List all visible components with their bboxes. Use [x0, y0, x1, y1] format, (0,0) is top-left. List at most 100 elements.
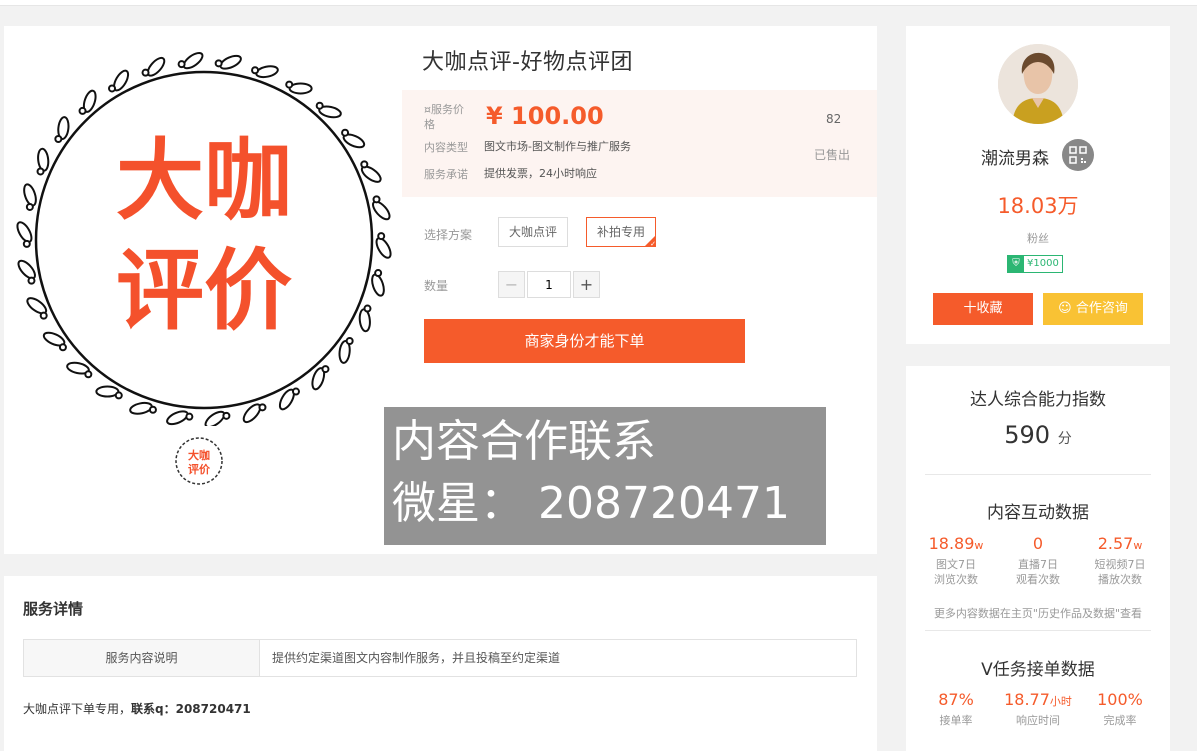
service-detail-table: 服务内容说明 提供约定渠道图文内容制作服务，并且投稿至约定渠道 [23, 639, 857, 677]
wreath-leaf [37, 147, 50, 172]
favorite-button[interactable]: 十收藏 [933, 293, 1033, 325]
plan-option-review[interactable]: 大咖点评 [498, 217, 569, 247]
sold-count: 82 [826, 112, 842, 126]
stat-unit: w [1133, 539, 1143, 552]
wreath-berry [141, 68, 150, 77]
wreath-leaf [182, 51, 204, 70]
wreath-berry [36, 167, 45, 176]
product-gallery: 大咖 评价 大咖 评价 [4, 26, 404, 554]
stat-completion-rate: 100% 完成率 [1076, 690, 1164, 728]
wreath-berry [345, 337, 354, 346]
quantity-input[interactable] [527, 271, 571, 298]
wreath-leaf [17, 259, 36, 280]
promise-value: 提供发票，24小时响应 [484, 167, 597, 180]
stat-video-plays: 2.57w 短视频7日 播放次数 [1076, 534, 1164, 587]
service-detail-title: 服务详情 [23, 600, 84, 618]
product-thumbnail[interactable]: 大咖 评价 [172, 434, 226, 488]
stat-value: 100% [1097, 690, 1143, 709]
service-note: 大咖点评下单专用，联系q：208720471 [23, 700, 251, 717]
fans-count: 18.03万 [997, 194, 1079, 218]
thumb-text-line1: 大咖 [188, 448, 210, 462]
wreath-berry [78, 106, 87, 115]
more-data-link[interactable]: 更多内容数据在主页"历史作品及数据"查看 [906, 605, 1170, 621]
quantity-decrement-button[interactable]: − [498, 271, 525, 298]
stat-label: 完成率 [1103, 714, 1137, 727]
selected-check-icon [645, 236, 656, 248]
service-note-prefix: 大咖点评下单专用， [23, 702, 132, 716]
stat-accept-rate: 87% 接单率 [912, 690, 1000, 728]
stat-label: 响应时间 [1016, 714, 1060, 727]
wreath-berry [25, 202, 34, 211]
service-detail-value: 提供约定渠道图文内容制作服务，并且投稿至约定渠道 [272, 651, 561, 665]
wreath-berry [214, 59, 223, 68]
shield-icon: ⛨ [1008, 256, 1024, 272]
thumb-text-line2: 评价 [188, 463, 211, 476]
chat-icon: ☺ [1058, 301, 1072, 316]
deposit-badge: ⛨ ¥1000 [1007, 255, 1063, 273]
stat-label: 图文7日 [936, 558, 976, 571]
service-note-contact: 联系q：208720471 [131, 702, 251, 716]
promise-label: 服务承诺 [424, 168, 468, 181]
quantity-increment-button[interactable]: + [573, 271, 600, 298]
stat-article-views: 18.89w 图文7日 浏览次数 [912, 534, 1000, 587]
wreath-leaf [372, 200, 391, 221]
stat-label: 直播7日 [1018, 558, 1058, 571]
product-main-image[interactable]: 大咖 评价 [4, 26, 404, 426]
ability-score-value: 590 [1004, 421, 1051, 449]
stat-label: 播放次数 [1098, 573, 1142, 586]
wreath-berry [177, 60, 186, 69]
stat-value: 18.89 [928, 534, 975, 553]
product-title: 大咖点评-好物点评团 [422, 50, 633, 75]
order-button[interactable]: 商家身份才能下单 [424, 319, 745, 363]
wreath-berry [363, 304, 372, 313]
content-type-label: 内容类型 [424, 141, 468, 154]
wreath-berry [285, 80, 294, 89]
wreath-berry [58, 343, 67, 352]
task-title: V任务接单数据 [981, 660, 1095, 680]
wreath-berry [222, 411, 231, 420]
watermark-line1: 内容合作联系 [392, 416, 656, 467]
stat-response-time: 18.77小时 响应时间 [994, 690, 1082, 728]
wreath-berry [258, 403, 267, 412]
wreath-berry [108, 84, 117, 93]
wreath-berry [377, 232, 386, 241]
consult-button[interactable]: ☺ 合作咨询 [1043, 293, 1143, 325]
stat-value: 0 [1032, 534, 1044, 553]
creator-name: 潮流男森 [981, 149, 1049, 169]
wreath-berry [39, 311, 48, 320]
price-label: ¤服务价格 [424, 103, 464, 131]
wreath-berry [374, 269, 383, 278]
quantity-label: 数量 [424, 279, 449, 293]
stat-label: 浏览次数 [934, 573, 978, 586]
wreath-berry [360, 160, 369, 169]
wreath-berry [341, 128, 350, 137]
stat-live-views: 0 直播7日 观看次数 [994, 534, 1082, 587]
wreath-berry [54, 134, 63, 143]
sold-label: 已售出 [814, 148, 851, 162]
wreath-berry [315, 101, 324, 110]
deposit-badge-text: ¥1000 [1027, 258, 1059, 269]
watermark-line2: 微星： 208720471 [392, 478, 790, 529]
service-detail-card: 服务详情 服务内容说明 提供约定渠道图文内容制作服务，并且投稿至约定渠道 大咖点… [4, 576, 877, 751]
ability-card: 达人综合能力指数 590 分 内容互动数据 18.89w 图文7日 浏览次数 0 … [906, 366, 1170, 751]
plan-label: 选择方案 [424, 228, 473, 242]
wreath-berry [251, 66, 260, 75]
wreath-berry [321, 365, 330, 374]
avatar[interactable] [998, 44, 1078, 124]
plan-option-reshoot[interactable]: 补拍专用 [586, 217, 657, 248]
wreath-berry [291, 387, 300, 396]
divider [925, 630, 1151, 631]
wreath-berry [185, 412, 194, 421]
wreath-berry [114, 391, 123, 400]
stat-value: 87% [938, 690, 974, 709]
service-detail-key: 服务内容说明 [24, 640, 260, 676]
ability-score-unit: 分 [1057, 431, 1072, 447]
fans-label: 粉丝 [1027, 232, 1049, 245]
wreath-berry [84, 370, 93, 379]
qrcode-icon[interactable] [1062, 139, 1094, 171]
creator-profile-card: 潮流男森 18.03万 粉丝 ⛨ ¥1000 十收藏 ☺ 合作咨询 [906, 26, 1170, 344]
ability-title: 达人综合能力指数 [970, 390, 1106, 410]
wreath-berry [372, 195, 381, 204]
stat-value: 18.77 [1004, 690, 1050, 709]
stat-label: 短视频7日 [1094, 558, 1146, 571]
